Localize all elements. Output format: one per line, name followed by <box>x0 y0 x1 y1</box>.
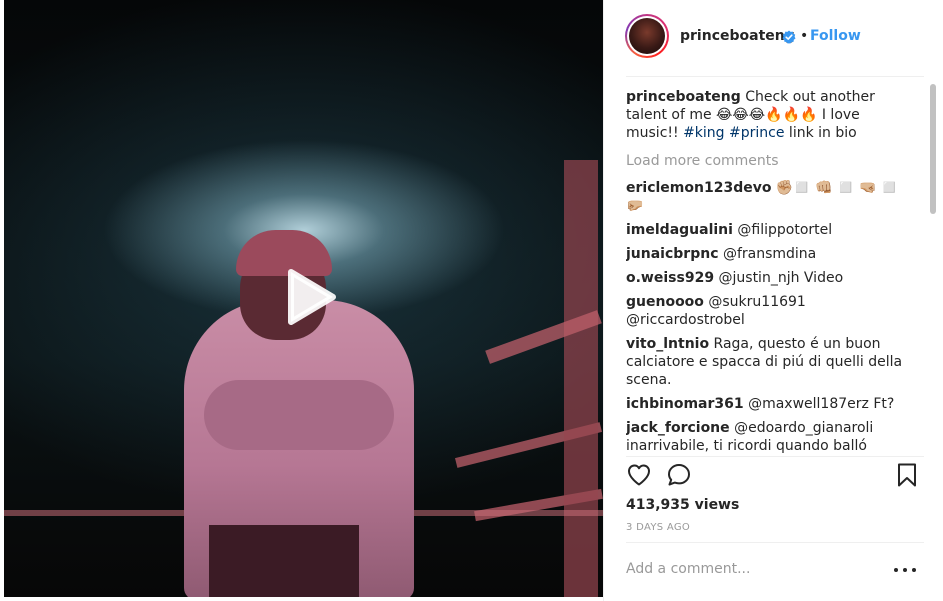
post-timestamp[interactable]: 3 DAYS AGO <box>626 522 690 533</box>
comment-item: vito_lntnio Raga, questo é un buon calci… <box>626 335 908 389</box>
comment-username[interactable]: imeldagualini <box>626 222 733 238</box>
follow-button[interactable]: Follow <box>810 28 861 44</box>
comment-bubble-icon[interactable] <box>666 462 692 488</box>
comment-text: @fransmdina <box>718 246 817 262</box>
hashtag-prince[interactable]: #prince <box>729 125 784 141</box>
comment-username[interactable]: ericlemon123devo <box>626 180 771 196</box>
ring-post <box>564 160 598 597</box>
view-count[interactable]: 413,935 views <box>626 497 739 513</box>
post-panel: princeboateng • Follow princeboateng Che… <box>603 0 943 601</box>
post-actions <box>626 462 924 492</box>
comment-username[interactable]: vito_lntnio <box>626 336 709 352</box>
comment-text: @filippotortel <box>732 222 833 238</box>
comments-list[interactable]: princeboateng Check out another talent o… <box>626 88 908 454</box>
username-link[interactable]: princeboateng <box>680 28 795 44</box>
person-arms <box>204 380 394 450</box>
verified-badge-icon <box>782 30 796 44</box>
comment-item: guenoooo @sukru11691 @riccardostrobel <box>626 293 908 329</box>
comments-scrollbar-thumb[interactable] <box>930 84 936 214</box>
avatar-image <box>629 18 665 54</box>
caption-tail: link in bio <box>784 125 857 141</box>
add-comment-input[interactable] <box>626 556 886 582</box>
comment-username[interactable]: ichbinomar361 <box>626 396 744 412</box>
person-legs <box>209 525 359 597</box>
comment-item: ericlemon123devo ✊🏼◻️ 👊🏼 ◻️ 🤜🏼 ◻️🤛🏼 <box>626 179 908 215</box>
divider <box>626 76 924 77</box>
comment-item: jack_forcione @edoardo_gianaroli inarriv… <box>626 419 908 454</box>
post-header: princeboateng • Follow <box>604 0 943 76</box>
comment-username[interactable]: junaicbrpnc <box>626 246 719 262</box>
heart-icon[interactable] <box>626 462 652 488</box>
comment-username[interactable]: o.weiss929 <box>626 270 714 286</box>
avatar[interactable] <box>625 14 669 58</box>
comment-item: o.weiss929 @justin_njh Video <box>626 269 908 287</box>
more-options-icon[interactable] <box>894 561 916 579</box>
divider <box>626 456 924 457</box>
play-button[interactable] <box>268 262 348 332</box>
load-more-comments-button[interactable]: Load more comments <box>626 152 908 170</box>
comment-username[interactable]: guenoooo <box>626 294 704 310</box>
video-player[interactable] <box>4 0 603 597</box>
caption: princeboateng Check out another talent o… <box>626 88 908 142</box>
divider <box>626 542 924 543</box>
comment-item: ichbinomar361 @maxwell187erz Ft? <box>626 395 908 413</box>
comment-item: imeldagualini @filippotortel <box>626 221 908 239</box>
hashtag-king[interactable]: #king <box>683 125 725 141</box>
separator-dot: • <box>800 28 809 44</box>
comment-text: @justin_njh Video <box>714 270 844 286</box>
play-icon <box>288 269 336 325</box>
caption-username[interactable]: princeboateng <box>626 89 741 105</box>
comment-username[interactable]: jack_forcione <box>626 420 730 436</box>
comment-text: @maxwell187erz Ft? <box>743 396 895 412</box>
comment-item: junaicbrpnc @fransmdina <box>626 245 908 263</box>
bookmark-icon[interactable] <box>894 462 920 488</box>
